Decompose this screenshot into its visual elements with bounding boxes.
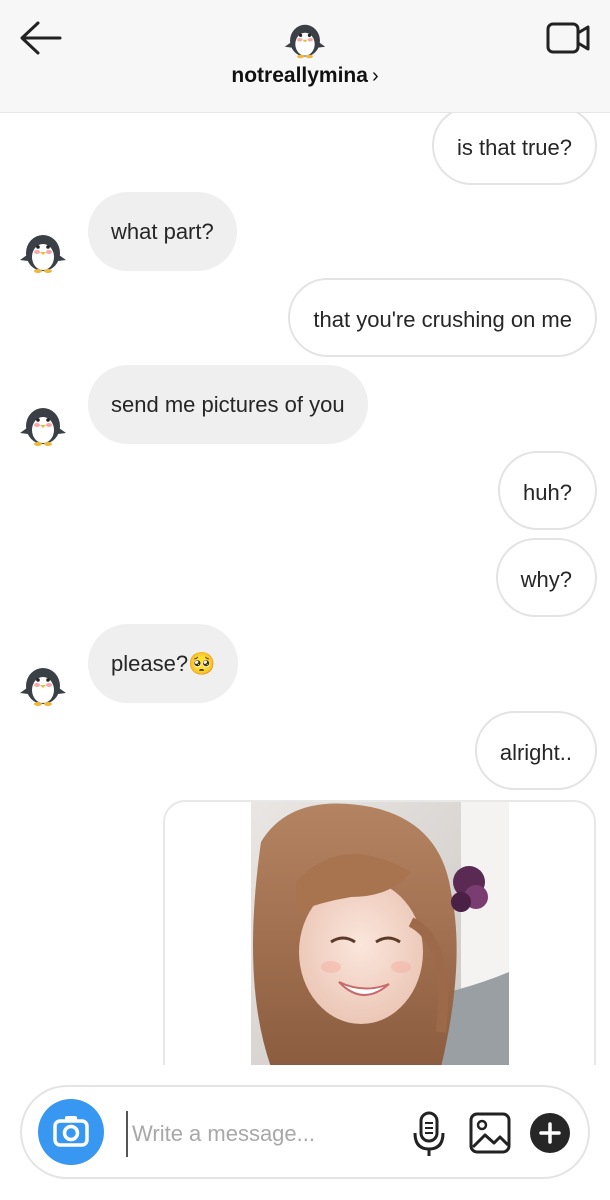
message-outgoing[interactable]: that you're crushing on me (288, 278, 597, 357)
voice-message-button[interactable] (410, 1109, 448, 1159)
back-button[interactable] (16, 18, 66, 58)
message-bubble: what part? (88, 192, 237, 271)
message-bubble: send me pictures of you (88, 365, 368, 444)
message-incoming[interactable]: what part? (88, 192, 237, 271)
video-camera-icon (546, 22, 590, 54)
penguin-avatar-icon (20, 408, 66, 446)
pleading-face-emoji: 🥺 (188, 651, 216, 676)
more-options-button[interactable] (530, 1113, 570, 1153)
photo-image (251, 802, 509, 1065)
message-outgoing[interactable]: alright.. (474, 711, 597, 790)
penguin-avatar-icon (284, 24, 326, 59)
microphone-icon (413, 1111, 445, 1156)
image-gallery-icon (469, 1112, 511, 1154)
shared-photo[interactable] (251, 802, 509, 1065)
penguin-avatar-icon (20, 235, 66, 273)
gallery-button[interactable] (468, 1111, 512, 1155)
message-bubble: huh? (498, 451, 597, 530)
message-outgoing[interactable]: huh? (498, 451, 597, 530)
message-outgoing[interactable]: is that true? (432, 113, 597, 185)
message-incoming[interactable]: please?🥺 (88, 624, 239, 703)
arrow-left-icon (20, 21, 62, 55)
camera-icon (53, 1116, 89, 1147)
header-avatar[interactable] (283, 16, 327, 60)
plus-icon (539, 1122, 561, 1144)
message-bubble: alright.. (474, 711, 597, 790)
chat-header: notreallymina › (0, 0, 610, 113)
camera-button[interactable] (38, 1099, 104, 1165)
chevron-right-icon: › (371, 65, 379, 87)
message-text: please? (111, 651, 189, 676)
message-thread[interactable]: is that true? what part? that you're cru… (0, 113, 610, 1065)
video-call-button[interactable] (543, 18, 593, 58)
message-composer (20, 1085, 590, 1179)
message-bubble: is that true? (432, 113, 597, 185)
message-incoming[interactable]: send me pictures of you (88, 365, 368, 444)
photo-message[interactable] (163, 800, 596, 1065)
username-label: notreallymina (231, 64, 368, 87)
message-bubble: that you're crushing on me (288, 278, 597, 357)
penguin-avatar-icon (20, 668, 66, 706)
username-link[interactable]: notreallymina › (0, 64, 610, 88)
message-input[interactable] (126, 1111, 394, 1157)
message-bubble: please?🥺 (88, 624, 239, 703)
message-outgoing[interactable]: why? (495, 538, 597, 617)
message-bubble: why? (495, 538, 597, 617)
